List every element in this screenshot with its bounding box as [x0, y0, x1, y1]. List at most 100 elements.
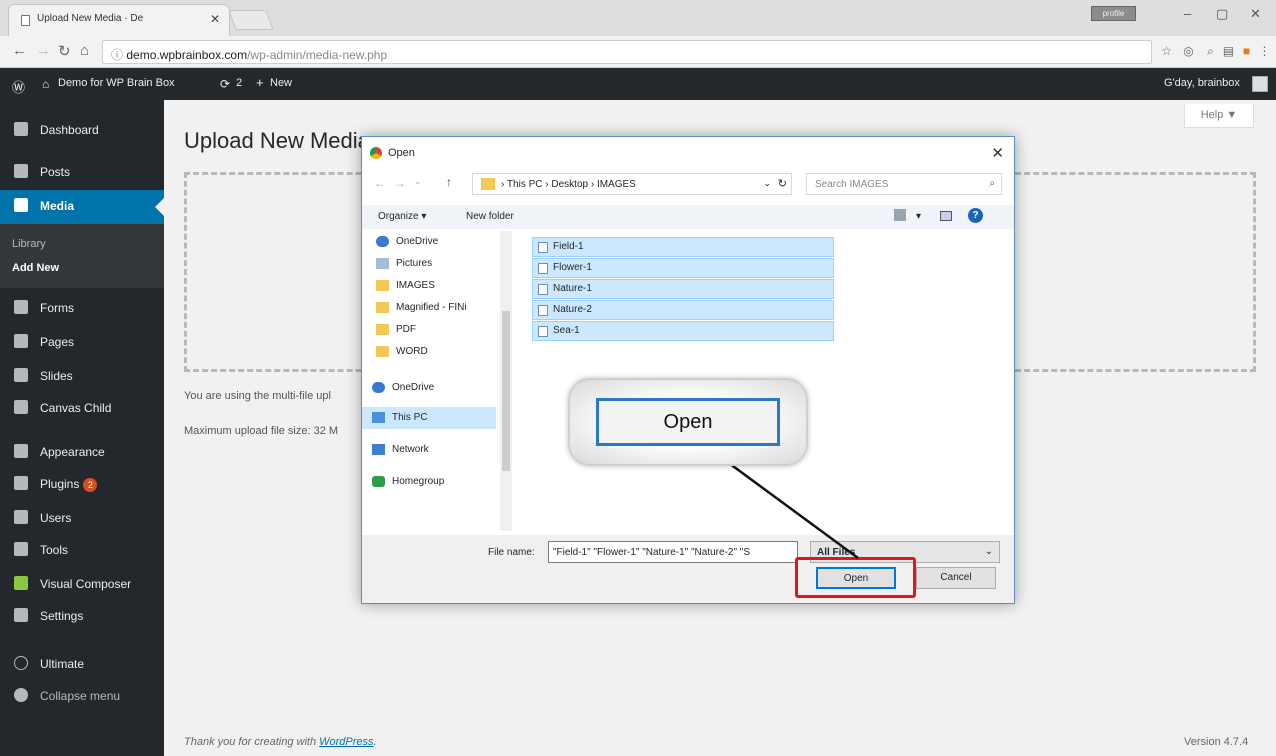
- chrome-icon: [370, 147, 382, 159]
- dialog-close-icon[interactable]: ✕: [991, 144, 1004, 162]
- collapse-menu-button[interactable]: Collapse menu: [0, 680, 164, 714]
- sidebar-item-visual-composer[interactable]: Visual Composer: [0, 568, 164, 602]
- multi-file-uploader-note: You are using the multi-file upl: [184, 390, 331, 402]
- nav-item-word[interactable]: WORD: [362, 341, 496, 363]
- sidebar-item-label: Visual Composer: [40, 577, 132, 591]
- preview-pane-icon[interactable]: [940, 211, 952, 221]
- wordpress-logo-icon[interactable]: Ⓦ: [12, 77, 25, 96]
- restore-icon[interactable]: ▢: [1216, 6, 1228, 22]
- dialog-path-bar[interactable]: › This PC › Desktop › IMAGES ⌄ ↻: [472, 173, 792, 195]
- site-name-link[interactable]: Demo for WP Brain Box: [58, 77, 175, 89]
- back-icon[interactable]: ←: [12, 42, 27, 59]
- file-name-input[interactable]: "Field-1" "Flower-1" "Nature-1" "Nature-…: [548, 541, 798, 563]
- sidebar-item-label: Users: [40, 511, 72, 525]
- nav-item-images[interactable]: IMAGES: [362, 275, 496, 297]
- folder-icon: [376, 280, 389, 291]
- chevron-down-icon[interactable]: ⌄: [414, 176, 422, 187]
- forward-icon[interactable]: →: [36, 42, 51, 59]
- sidebar-item-media[interactable]: Media: [0, 190, 164, 224]
- list-item[interactable]: Flower-1: [532, 258, 834, 278]
- dialog-navigation-pane: OneDrive Pictures IMAGES Magnified - FIN…: [362, 231, 512, 531]
- help-icon[interactable]: ?: [968, 208, 983, 223]
- sidebar-item-slides[interactable]: Slides: [0, 360, 164, 394]
- back-icon[interactable]: ←: [374, 176, 386, 190]
- sidebar-item-label: Canvas Child: [40, 401, 112, 415]
- file-name-label: File name:: [488, 547, 535, 558]
- sidebar-item-users[interactable]: Users: [0, 502, 164, 536]
- sidebar-item-pages[interactable]: Pages: [0, 326, 164, 360]
- menu-icon[interactable]: ⋮: [1258, 45, 1271, 58]
- chevron-down-icon[interactable]: ▾: [916, 211, 921, 222]
- close-window-icon[interactable]: ✕: [1250, 6, 1261, 22]
- sidebar-item-dashboard[interactable]: Dashboard: [0, 114, 164, 148]
- camera-icon[interactable]: ◎: [1182, 45, 1195, 58]
- nav-item-magnified[interactable]: Magnified - FINi: [362, 297, 496, 319]
- zoom-icon[interactable]: ⌕: [1204, 45, 1217, 58]
- help-tab-button[interactable]: Help ▼: [1184, 104, 1254, 128]
- list-item[interactable]: Nature-2: [532, 300, 834, 320]
- submenu-add-new[interactable]: Add New: [12, 262, 59, 274]
- view-options-icon[interactable]: [894, 209, 906, 221]
- nav-item-network[interactable]: Network: [362, 439, 496, 461]
- browser-tab[interactable]: Upload New Media · De ✕: [8, 4, 230, 36]
- nav-item-onedrive-root[interactable]: OneDrive: [362, 377, 496, 399]
- extension-icon-2[interactable]: ■: [1240, 45, 1253, 58]
- file-name: Sea-1: [553, 325, 580, 336]
- extension-icon[interactable]: ▤: [1222, 45, 1235, 58]
- sidebar-item-label: Appearance: [40, 445, 105, 459]
- nav-item-pictures[interactable]: Pictures: [362, 253, 496, 275]
- nav-item-homegroup[interactable]: Homegroup: [362, 471, 496, 493]
- tab-close-icon[interactable]: ✕: [210, 12, 220, 26]
- plugins-update-badge: 2: [83, 477, 98, 492]
- up-arrow-icon[interactable]: ↑: [446, 175, 452, 189]
- image-file-icon: [538, 284, 548, 295]
- nav-item-pdf[interactable]: PDF: [362, 319, 496, 341]
- sidebar-item-plugins[interactable]: Plugins 2: [0, 468, 164, 502]
- cloud-icon: [376, 236, 389, 247]
- sidebar-item-forms[interactable]: Forms: [0, 292, 164, 326]
- sidebar-item-posts[interactable]: Posts: [0, 156, 164, 190]
- folder-icon: [376, 324, 389, 335]
- sidebar-item-canvas-child[interactable]: Canvas Child: [0, 392, 164, 426]
- submenu-library[interactable]: Library: [12, 238, 46, 250]
- organize-button[interactable]: Organize ▾: [378, 211, 426, 222]
- dialog-footer: File name: "Field-1" "Flower-1" "Nature-…: [362, 535, 1014, 603]
- avatar[interactable]: [1252, 76, 1268, 92]
- new-tab-button[interactable]: [228, 10, 274, 30]
- chevron-down-icon[interactable]: ⌄: [763, 178, 771, 189]
- profile-button[interactable]: profile: [1091, 6, 1136, 21]
- list-item[interactable]: Field-1: [532, 237, 834, 257]
- sidebar-item-settings[interactable]: Settings: [0, 600, 164, 634]
- sidebar-item-label: Posts: [40, 165, 71, 179]
- nav-item-label: OneDrive: [392, 382, 435, 393]
- account-greeting[interactable]: G'day, brainbox: [1164, 77, 1240, 89]
- nav-item-label: IMAGES: [396, 280, 435, 291]
- dashboard-icon: [14, 122, 28, 136]
- dialog-search-input[interactable]: Search IMAGES ⌕: [806, 173, 1002, 195]
- refresh-icon[interactable]: ↻: [778, 177, 787, 190]
- network-icon: [372, 444, 385, 455]
- sidebar-item-tools[interactable]: Tools: [0, 534, 164, 568]
- new-folder-button[interactable]: New folder: [466, 211, 514, 222]
- reload-icon[interactable]: ↻: [58, 42, 71, 60]
- footer-thanks: Thank you for creating with WordPress.: [184, 736, 377, 748]
- sidebar-item-ultimate[interactable]: Ultimate: [0, 648, 164, 682]
- new-content-link[interactable]: New: [270, 77, 292, 89]
- bookmark-star-icon[interactable]: ☆: [1160, 45, 1173, 58]
- nav-item-onedrive[interactable]: OneDrive: [362, 231, 496, 253]
- updates-icon[interactable]: ⟳: [220, 77, 230, 91]
- scrollbar-thumb[interactable]: [502, 311, 510, 471]
- sidebar-item-appearance[interactable]: Appearance: [0, 436, 164, 470]
- minimize-icon[interactable]: –: [1184, 6, 1191, 21]
- cancel-button[interactable]: Cancel: [916, 567, 996, 589]
- nav-item-this-pc[interactable]: This PC: [362, 407, 496, 429]
- forward-icon[interactable]: →: [394, 176, 406, 190]
- max-upload-size-note: Maximum upload file size: 32 M: [184, 425, 339, 437]
- nav-pane-scrollbar[interactable]: [500, 231, 512, 531]
- plus-icon: +: [256, 75, 264, 90]
- wordpress-link[interactable]: WordPress: [319, 736, 373, 748]
- list-item[interactable]: Nature-1: [532, 279, 834, 299]
- address-bar[interactable]: ⓘ demo.wpbrainbox.com/wp-admin/media-new…: [102, 40, 1152, 64]
- list-item[interactable]: Sea-1: [532, 321, 834, 341]
- home-icon[interactable]: ⌂: [80, 42, 89, 59]
